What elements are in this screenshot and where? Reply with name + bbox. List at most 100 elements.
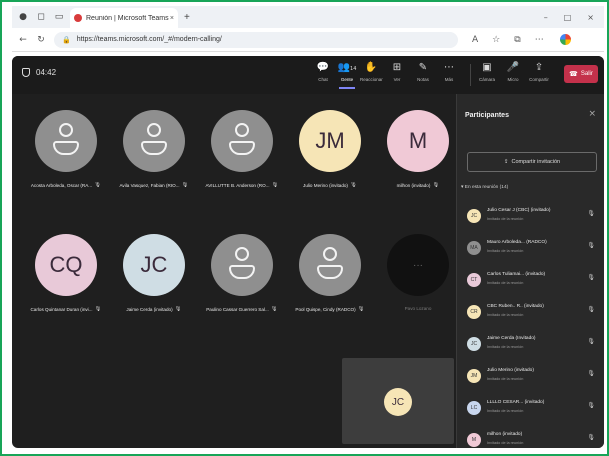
copilot-icon[interactable] (559, 34, 571, 45)
avatar: JC (467, 209, 481, 223)
participant-row-status: Invitado de la reunión (487, 377, 524, 381)
mic-muted-icon: 🎙 (357, 306, 365, 312)
meeting-toolbar: 04:42 💬 Chat 👥14 Gente ✋ Reaccionar ⊞ Ve… (12, 56, 604, 94)
lock-icon: 🔒 (62, 36, 71, 44)
reload-button[interactable]: ↻ (34, 35, 48, 45)
participant-name-text: Acosta Arboleda, Oscar (RA... (30, 182, 93, 188)
participant-row-status: Invitado de la reunión (487, 217, 524, 221)
minimize-button[interactable]: – (544, 13, 548, 22)
participant-row-name: Carlos Tuliamai... (invitado) (487, 272, 546, 277)
leave-button[interactable]: ☎ Salir (564, 65, 598, 83)
page-frame: ● ◻ ▭ Reunión | Microsoft Teams × + – □ … (0, 0, 609, 456)
meeting-timer: 04:42 (22, 68, 56, 77)
participant-row-status: Invitado de la reunión (487, 313, 524, 317)
mic-muted-icon: 🎙 (271, 182, 279, 188)
participant-row-name: Julio Merino (invitado) (487, 368, 534, 373)
mic-button[interactable]: 🎤 Micro (502, 61, 524, 82)
mic-muted-icon: 🎙 (270, 306, 278, 312)
default-avatar-icon (123, 110, 185, 172)
participant-name-text: AVILLUTTE B. Anderson (RO... (205, 182, 270, 188)
phone-icon: ☎ (569, 70, 578, 78)
participant-row[interactable]: LC LLLLO CESAR... (invitado) Invitado de l… (465, 398, 599, 424)
share-button[interactable]: ⇪ Compartir (528, 61, 550, 82)
participants-title: Participantes (465, 112, 509, 119)
mic-label: Micro (507, 77, 519, 82)
more-button[interactable]: ⋯ Más (438, 61, 460, 82)
teams-meeting-window: 04:42 💬 Chat 👥14 Gente ✋ Reaccionar ⊞ Ve… (12, 56, 604, 448)
people-count: 14 (350, 66, 357, 72)
participant-row-status: Invitado de la reunión (487, 409, 524, 413)
window-controls: – □ × (544, 13, 604, 22)
self-view[interactable]: JC (342, 358, 454, 444)
camera-button[interactable]: ▣ Cámara (476, 61, 498, 82)
view-button[interactable]: ⊞ Ver (386, 61, 408, 82)
people-icon: 👥14 (337, 62, 357, 73)
browser-tab-bar: ● ◻ ▭ Reunión | Microsoft Teams × + – □ … (12, 6, 604, 28)
avatar: MA (467, 241, 481, 255)
participant-name: Pavo Lozano (374, 306, 462, 311)
section-label: En esta reunión (14) (464, 185, 509, 190)
participant-row-name: milhon (invitado) (487, 432, 523, 437)
video-gallery: Acosta Arboleda, Oscar (RA... 🎙 Avila Vasq… (12, 94, 456, 448)
participant-tile[interactable]: Pool Quispe, Cindy (RADCO) 🎙 (286, 234, 374, 312)
participant-tile[interactable]: ··· Pavo Lozano (374, 234, 462, 311)
close-window-button[interactable]: × (587, 13, 594, 22)
participant-row[interactable]: CT Carlos Tuliamai... (invitado) Invitado … (465, 270, 599, 296)
participant-name-text: Julio Merino (invitado) (303, 182, 348, 188)
participant-tile[interactable]: AVILLUTTE B. Anderson (RO... 🎙 (198, 110, 286, 188)
participant-name: Paulino Cassar Guerrero Sal... 🎙 (198, 306, 286, 312)
participant-tile[interactable]: JC Jaime Cerda (invitado) 🎙 (110, 234, 198, 312)
avatar: JC (467, 337, 481, 351)
participant-row[interactable]: MA Mauro Arboleda... (RADCO) Invitado de l… (465, 238, 599, 264)
maximize-button[interactable]: □ (564, 13, 572, 22)
chat-button[interactable]: 💬 Chat (312, 61, 334, 82)
camera-label: Cámara (478, 77, 495, 82)
participant-tile[interactable]: CQ Carlos Quintanar Duran (invi... 🎙 (22, 234, 110, 312)
tab-actions-icon[interactable]: ▭ (52, 10, 66, 24)
participant-tile[interactable]: Mmilhon (invitado) 🎙 (374, 110, 462, 188)
participant-row[interactable]: CR CBC Ruben.. R.. (invitado) Invitado de … (465, 302, 599, 328)
participant-name-text: Pavo Lozano (404, 306, 432, 311)
chat-icon: 💬 (316, 62, 330, 73)
view-icon: ⊞ (392, 62, 402, 73)
default-avatar-icon (211, 234, 273, 296)
close-panel-icon[interactable]: × (588, 109, 596, 119)
default-avatar-icon (35, 110, 97, 172)
workspaces-icon[interactable]: ◻ (34, 10, 48, 24)
toolbar-divider (470, 64, 471, 86)
extensions-icon[interactable]: ⧉ (514, 35, 520, 45)
address-bar[interactable]: 🔒 https://teams.microsoft.com/_#/modern-… (54, 31, 458, 48)
participant-row[interactable]: JM Julio Merino (invitado) Invitado de la … (465, 366, 599, 392)
participant-row[interactable]: Mmilhon (invitado) Invitado de la reunión… (465, 430, 599, 448)
participant-tile[interactable]: Avila Vasquez, Fabian (RIO... 🎙 (110, 110, 198, 188)
participant-row[interactable]: JC Julio Cesar J (CBC) (invitado) Invitado… (465, 206, 599, 232)
browser-tab[interactable]: Reunión | Microsoft Teams × (70, 8, 178, 28)
more-menu-icon[interactable]: ⋯ (535, 35, 544, 45)
people-button[interactable]: 👥14 Gente (336, 61, 358, 89)
in-meeting-section[interactable]: ▾ En esta reunión (14) (461, 185, 508, 190)
mic-muted-icon: 🎙 (181, 182, 189, 188)
participant-tile[interactable]: Paulino Cassar Guerrero Sal... 🎙 (198, 234, 286, 312)
profile-icon[interactable]: ● (16, 10, 30, 24)
avatar-initials: M (387, 110, 449, 172)
favorite-star-icon[interactable]: ☆ (492, 35, 500, 45)
participant-name-text: milhon (invitado) (396, 182, 431, 188)
participant-tile[interactable]: JM Julio Merino (invitado) 🎙 (286, 110, 374, 188)
notes-button[interactable]: ✎ Notas (412, 61, 434, 82)
share-invite-button[interactable]: ⇪ Compartir invitación (467, 152, 597, 172)
participant-row-name: CBC Ruben.. R.. (invitado) (487, 304, 544, 309)
new-tab-button[interactable]: + (184, 12, 190, 23)
back-button[interactable]: ← (16, 35, 30, 45)
participant-name-text: Pool Quispe, Cindy (RADCO) (295, 306, 356, 312)
participant-tile[interactable]: Acosta Arboleda, Oscar (RA... 🎙 (22, 110, 110, 188)
tab-close-icon[interactable]: × (170, 15, 174, 22)
tab-title: Reunión | Microsoft Teams (86, 14, 169, 22)
react-button[interactable]: ✋ Reaccionar (360, 61, 383, 82)
participant-row[interactable]: JC Jaime Cerda (Invitado) Invitado de la r… (465, 334, 599, 360)
mic-muted-icon: 🎙 (587, 274, 595, 281)
read-aloud-icon[interactable]: A (472, 35, 478, 45)
participant-row-name: LLLLO CESAR... (invitado) (487, 400, 545, 405)
leave-label: Salir (580, 71, 593, 77)
camera-icon: ▣ (482, 62, 492, 73)
share-label: Compartir (529, 77, 549, 82)
